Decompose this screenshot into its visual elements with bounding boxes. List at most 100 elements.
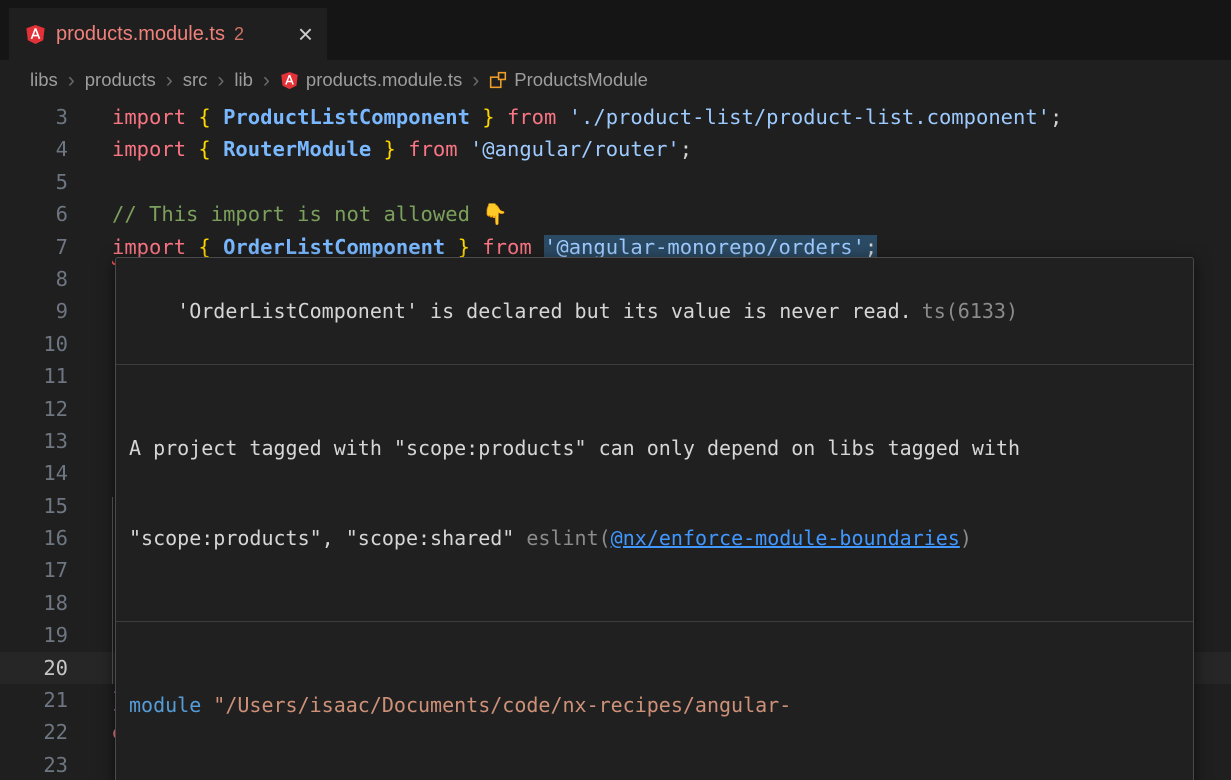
tab-title: products.module.ts [56, 23, 225, 46]
code-token [211, 137, 223, 161]
code-line-content: import { RouterModule } from '@angular/r… [112, 133, 692, 165]
angular-icon [280, 71, 299, 90]
line-number[interactable]: 14 [0, 457, 68, 489]
code-token: } [458, 235, 470, 259]
module-info-row: module "/Users/isaac/Documents/code/nx-r… [116, 621, 1193, 780]
chevron-right-icon: › [472, 70, 479, 91]
code-token: '@angular/router' [470, 137, 680, 161]
code-token: 👇 [482, 202, 508, 226]
code-token: from [482, 235, 531, 259]
code-token: { [198, 137, 210, 161]
code-token: { [198, 235, 210, 259]
line-number[interactable]: 17 [0, 554, 68, 586]
breadcrumb-item-libs[interactable]: libs [30, 69, 58, 91]
breadcrumb: libs › products › src › lib › products.m… [0, 60, 1231, 100]
line-number[interactable]: 6 [0, 198, 68, 230]
line-number[interactable]: 7 [0, 231, 68, 263]
code-token [445, 235, 457, 259]
close-icon[interactable]: × [298, 21, 313, 47]
eslint-diagnostic-message-line2: "scope:products", "scope:shared" [129, 526, 526, 550]
code-line-3[interactable]: 3 import { ProductListComponent } from '.… [0, 101, 1231, 133]
ts-diagnostic-source: ts(6133) [922, 299, 1018, 323]
vscode-window: { "theme": { "accent_blue": "#3794ff", "… [0, 0, 1231, 780]
breadcrumb-item-src[interactable]: src [183, 69, 208, 91]
hover-widget: 'OrderListComponent' is declared but its… [115, 257, 1194, 780]
line-number[interactable]: 15 [0, 490, 68, 522]
line-number[interactable]: 22 [0, 716, 68, 748]
line-number[interactable]: 19 [0, 619, 68, 651]
chevron-right-icon: › [166, 70, 173, 91]
code-token [470, 235, 482, 259]
line-number[interactable]: 18 [0, 587, 68, 619]
line-number[interactable]: 5 [0, 166, 68, 198]
code-token: RouterModule [223, 137, 371, 161]
line-number[interactable]: 21 [0, 684, 68, 716]
angular-icon [25, 24, 46, 45]
code-token [186, 137, 198, 161]
code-token: ProductListComponent [223, 105, 470, 129]
code-token: './product-list/product-list.component' [569, 105, 1050, 129]
eslint-source-close: ) [960, 526, 972, 550]
breadcrumb-label: src [183, 69, 208, 91]
code-token: // This import is not allowed [112, 202, 482, 226]
line-number[interactable]: 16 [0, 522, 68, 554]
ts-diagnostic-row: 'OrderListComponent' is declared but its… [116, 258, 1193, 364]
indent-guide [112, 497, 113, 684]
code-token [396, 137, 408, 161]
code-token [556, 105, 568, 129]
code-token: import [112, 235, 186, 259]
breadcrumb-item-symbol[interactable]: ProductsModule [489, 69, 648, 91]
code-token [495, 105, 507, 129]
code-token: ; [865, 235, 877, 259]
code-token [211, 105, 223, 129]
line-number[interactable]: 8 [0, 263, 68, 295]
line-number[interactable]: 20 [0, 652, 68, 684]
code-token [458, 137, 470, 161]
code-line-4[interactable]: 4 import { RouterModule } from '@angular/… [0, 133, 1231, 165]
eslint-source-open: eslint( [526, 526, 610, 550]
code-token: '@angular-monorepo/orders' [544, 235, 865, 259]
line-number[interactable]: 4 [0, 133, 68, 165]
breadcrumb-item-products[interactable]: products [85, 69, 156, 91]
code-token [186, 235, 198, 259]
tab-products-module-ts[interactable]: products.module.ts 2 × [9, 8, 327, 60]
code-token: import [112, 105, 186, 129]
code-token: OrderListComponent [223, 235, 445, 259]
eslint-diagnostic-row: A project tagged with "scope:products" c… [116, 364, 1193, 621]
chevron-right-icon: › [68, 70, 75, 91]
line-number[interactable]: 12 [0, 393, 68, 425]
line-number[interactable]: 9 [0, 295, 68, 327]
chevron-right-icon: › [217, 70, 224, 91]
breadcrumb-item-file[interactable]: products.module.ts [280, 69, 462, 91]
line-number[interactable]: 10 [0, 328, 68, 360]
module-keyword: module [129, 693, 201, 717]
eslint-rule-link[interactable]: @nx/enforce-module-boundaries [611, 526, 960, 550]
breadcrumb-item-lib[interactable]: lib [234, 69, 253, 91]
code-token [211, 235, 223, 259]
breadcrumb-label: libs [30, 69, 58, 91]
breadcrumb-label: products [85, 69, 156, 91]
code-token: ; [680, 137, 692, 161]
code-token [371, 137, 383, 161]
line-number[interactable]: 13 [0, 425, 68, 457]
tab-problem-count-badge: 2 [234, 24, 244, 45]
code-line-5[interactable]: 5 [0, 166, 1231, 198]
breadcrumb-label: products.module.ts [306, 69, 462, 91]
code-line-6[interactable]: 6 // This import is not allowed 👇 [0, 198, 1231, 230]
code-token [532, 235, 544, 259]
code-token: { [198, 105, 210, 129]
code-token: from [408, 137, 457, 161]
code-line-content: // This import is not allowed 👇 [112, 198, 508, 230]
breadcrumb-label: lib [234, 69, 253, 91]
code-token: } [384, 137, 396, 161]
line-number[interactable]: 23 [0, 749, 68, 780]
code-token: ; [1050, 105, 1062, 129]
line-number[interactable]: 3 [0, 101, 68, 133]
chevron-right-icon: › [263, 70, 270, 91]
code-token: from [507, 105, 556, 129]
breadcrumb-label: ProductsModule [514, 69, 648, 91]
code-token [186, 105, 198, 129]
line-number[interactable]: 11 [0, 360, 68, 392]
code-line-content: import { ProductListComponent } from './… [112, 101, 1062, 133]
tab-bar: products.module.ts 2 × [0, 0, 1231, 60]
